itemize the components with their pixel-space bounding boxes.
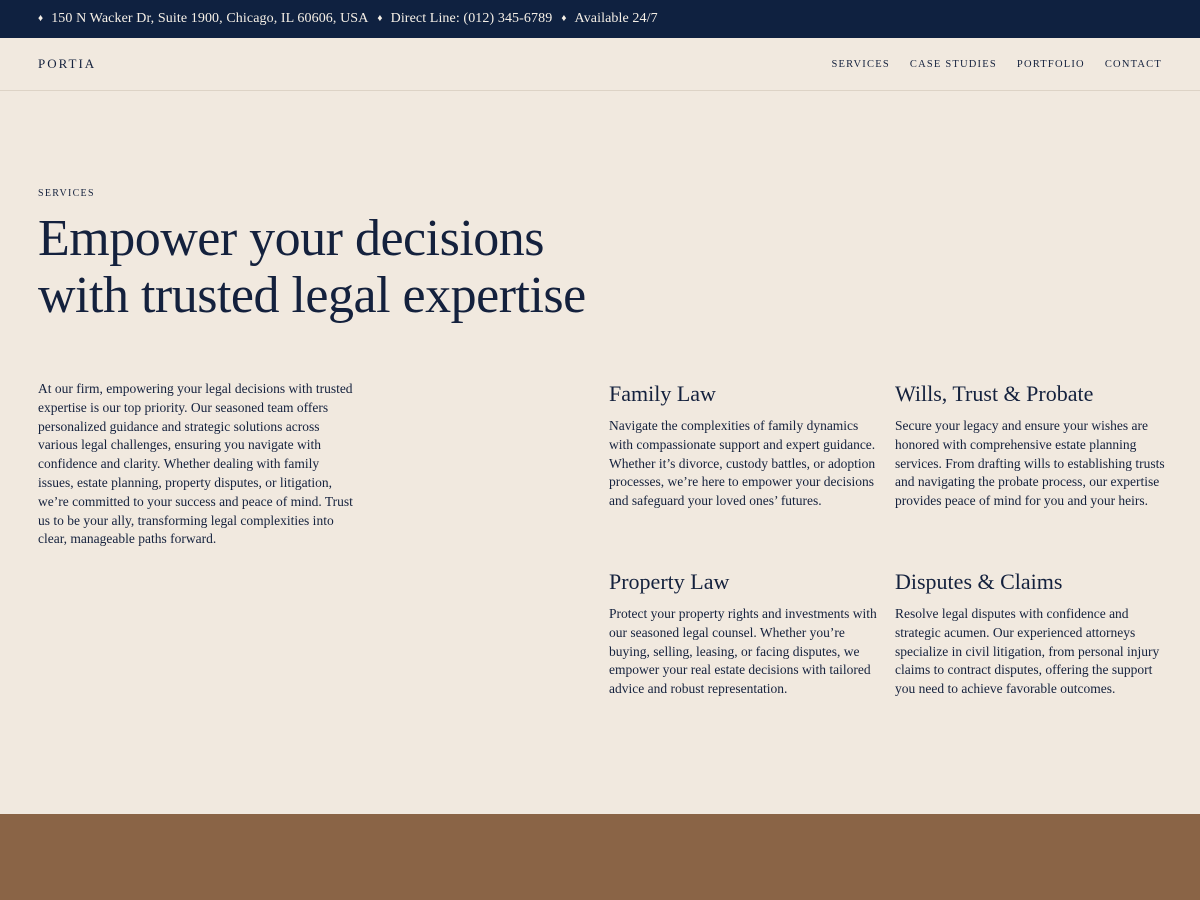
diamond-icon: ♦ (38, 12, 44, 24)
service-title: Disputes & Claims (895, 569, 1063, 594)
footer-band (0, 814, 1200, 900)
nav-contact[interactable]: CONTACT (1105, 59, 1162, 70)
address-item: ♦ 150 N Wacker Dr, Suite 1900, Chicago, … (38, 11, 368, 27)
title-line-1: Empower your decisions (38, 210, 545, 267)
main-nav: SERVICES CASE STUDIES PORTFOLIO CONTACT (832, 59, 1163, 70)
nav-case-studies[interactable]: CASE STUDIES (910, 59, 997, 70)
service-description: Navigate the complexities of family dyna… (609, 418, 876, 509)
phone-text[interactable]: Direct Line: (012) 345-6789 (391, 11, 553, 27)
service-description: Resolve legal disputes with confidence a… (895, 606, 1160, 697)
nav-portfolio[interactable]: PORTFOLIO (1017, 59, 1085, 70)
title-line-2: with trusted legal expertise (38, 267, 586, 324)
diamond-icon: ♦ (561, 12, 567, 24)
service-description: Protect your property rights and investm… (609, 606, 877, 697)
phone-item[interactable]: ♦ Direct Line: (012) 345-6789 (377, 11, 552, 27)
service-title: Wills, Trust & Probate (895, 381, 1094, 406)
nav-services[interactable]: SERVICES (832, 59, 890, 70)
service-family-law: Family Law Navigate the complexities of … (609, 381, 884, 511)
contact-topbar: ♦ 150 N Wacker Dr, Suite 1900, Chicago, … (0, 0, 1200, 38)
diamond-icon: ♦ (377, 12, 383, 24)
address-text: 150 N Wacker Dr, Suite 1900, Chicago, IL… (51, 11, 369, 26)
service-description: Secure your legacy and ensure your wishe… (895, 418, 1165, 509)
page-title: Empower your decisions with trusted lega… (38, 210, 738, 324)
service-title: Property Law (609, 569, 730, 594)
logo[interactable]: PORTIA (38, 56, 96, 72)
intro-paragraph: At our firm, empowering your legal decis… (38, 381, 353, 547)
service-disputes-claims: Disputes & Claims Resolve legal disputes… (895, 569, 1165, 699)
service-wills-trust-probate: Wills, Trust & Probate Secure your legac… (895, 381, 1165, 511)
availability-text: Available 24/7 (574, 11, 658, 26)
service-title: Family Law (609, 381, 716, 406)
availability-item: ♦ Available 24/7 (561, 11, 657, 27)
service-property-law: Property Law Protect your property right… (609, 569, 884, 699)
section-eyebrow: SERVICES (38, 188, 95, 199)
site-header: PORTIA SERVICES CASE STUDIES PORTFOLIO C… (0, 38, 1200, 91)
